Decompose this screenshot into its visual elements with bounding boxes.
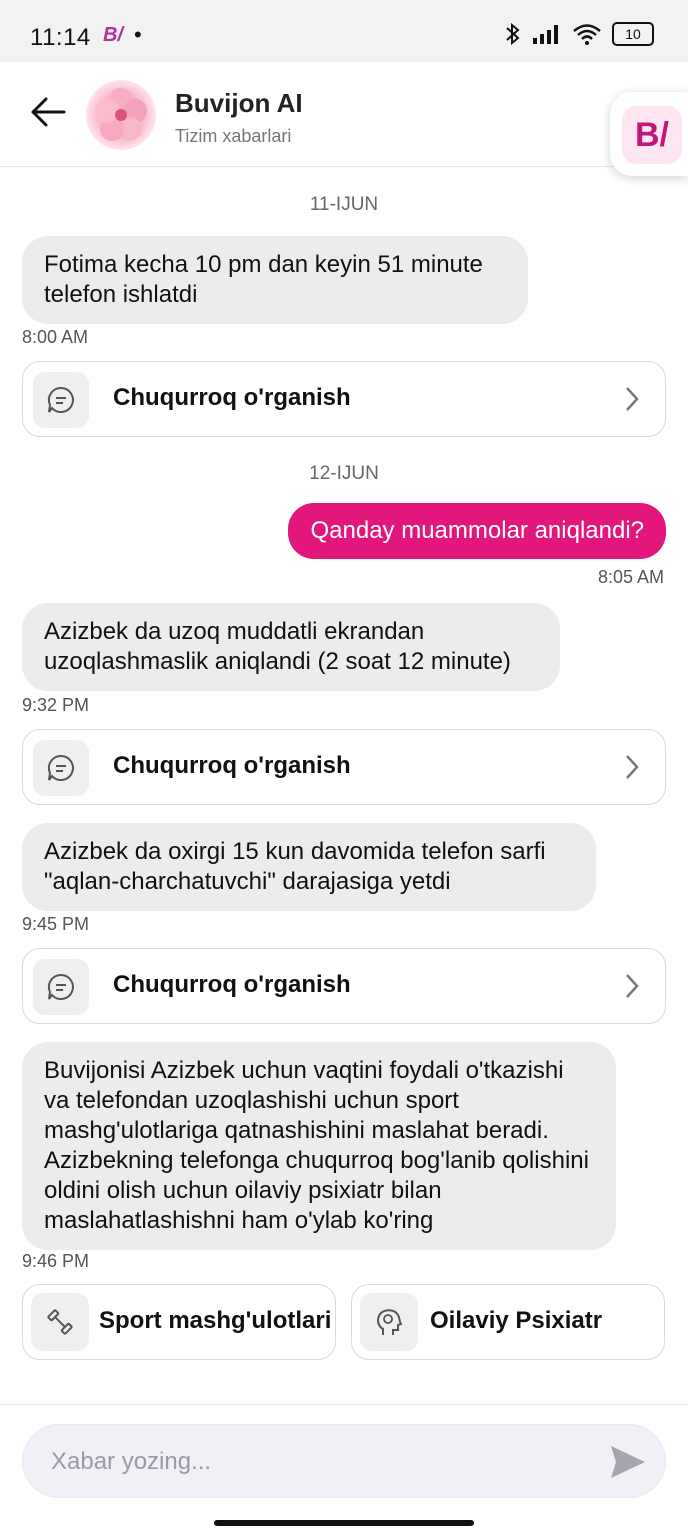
send-icon[interactable] — [609, 1444, 647, 1480]
brain-head-icon — [360, 1293, 418, 1351]
message-bubble-incoming: Buvijonisi Azizbek uchun vaqtini foydali… — [22, 1042, 616, 1250]
chevron-right-icon — [626, 387, 639, 411]
message-bubble-incoming: Fotima kecha 10 pm dan keyin 51 minute t… — [22, 236, 528, 324]
chat-bubble-icon — [33, 372, 89, 428]
app-logo-icon: B/ — [103, 24, 123, 46]
date-separator: 11-IJUN — [309, 194, 379, 215]
chat-title: Buvijon AI — [175, 88, 303, 118]
message-bubble-incoming: Azizbek da oxirgi 15 kun davomida telefo… — [22, 823, 596, 911]
suggestion-psychiatrist-button[interactable]: Oilaviy Psixiatr — [351, 1284, 665, 1360]
battery-icon: 10 — [612, 22, 654, 46]
chevron-right-icon — [626, 974, 639, 998]
status-icons: 10 — [504, 22, 654, 46]
suggestion-sport-button[interactable]: Sport mashg'ulotlari — [22, 1284, 336, 1360]
status-time: 11:14 — [30, 24, 91, 51]
suggestion-psychiatrist-label: Oilaviy Psixiatr — [430, 1307, 603, 1334]
chat-bubble-icon — [33, 959, 89, 1015]
deep-dive-button[interactable]: Chuqurroq o'rganish — [22, 361, 666, 437]
chat-subtitle: Tizim xabarlari — [175, 126, 292, 146]
deep-dive-button[interactable]: Chuqurroq o'rganish — [22, 729, 666, 805]
chevron-right-icon — [626, 755, 639, 779]
message-bubble-outgoing: Qanday muammolar aniqlandi? — [288, 503, 666, 559]
notification-dot: • — [134, 22, 142, 47]
date-separator: 12-IJUN — [309, 463, 379, 484]
dumbbell-icon — [31, 1293, 89, 1351]
brand-badge[interactable]: B/ — [610, 92, 688, 176]
avatar — [86, 80, 156, 150]
bluetooth-icon — [506, 22, 520, 46]
deep-dive-label: Chuqurroq o'rganish — [113, 384, 351, 411]
wifi-icon — [573, 24, 601, 45]
message-time: 9:32 PM — [22, 695, 90, 715]
deep-dive-label: Chuqurroq o'rganish — [113, 752, 351, 779]
deep-dive-label: Chuqurroq o'rganish — [113, 971, 351, 998]
suggestion-sport-label: Sport mashg'ulotlari — [99, 1307, 332, 1334]
message-input[interactable] — [49, 1441, 593, 1483]
home-indicator[interactable] — [214, 1520, 474, 1526]
message-bubble-incoming: Azizbek da uzoq muddatli ekrandan uzoqla… — [22, 603, 560, 691]
signal-icon — [533, 25, 558, 44]
flower-icon — [95, 88, 147, 141]
message-time: 9:46 PM — [22, 1251, 90, 1271]
status-bar: 11:14 B/ • 10 — [0, 0, 688, 62]
composer-divider — [0, 1404, 688, 1405]
chat-header: Buvijon AI Tizim xabarlari B/ — [0, 62, 688, 176]
message-time: 8:05 AM — [597, 567, 664, 587]
message-composer — [22, 1424, 666, 1498]
back-arrow-icon[interactable] — [28, 92, 68, 132]
brand-logo-icon: B/ — [622, 106, 682, 164]
message-time: 8:00 AM — [22, 327, 89, 347]
message-time: 9:45 PM — [22, 914, 90, 934]
deep-dive-button[interactable]: Chuqurroq o'rganish — [22, 948, 666, 1024]
chat-bubble-icon — [33, 740, 89, 796]
